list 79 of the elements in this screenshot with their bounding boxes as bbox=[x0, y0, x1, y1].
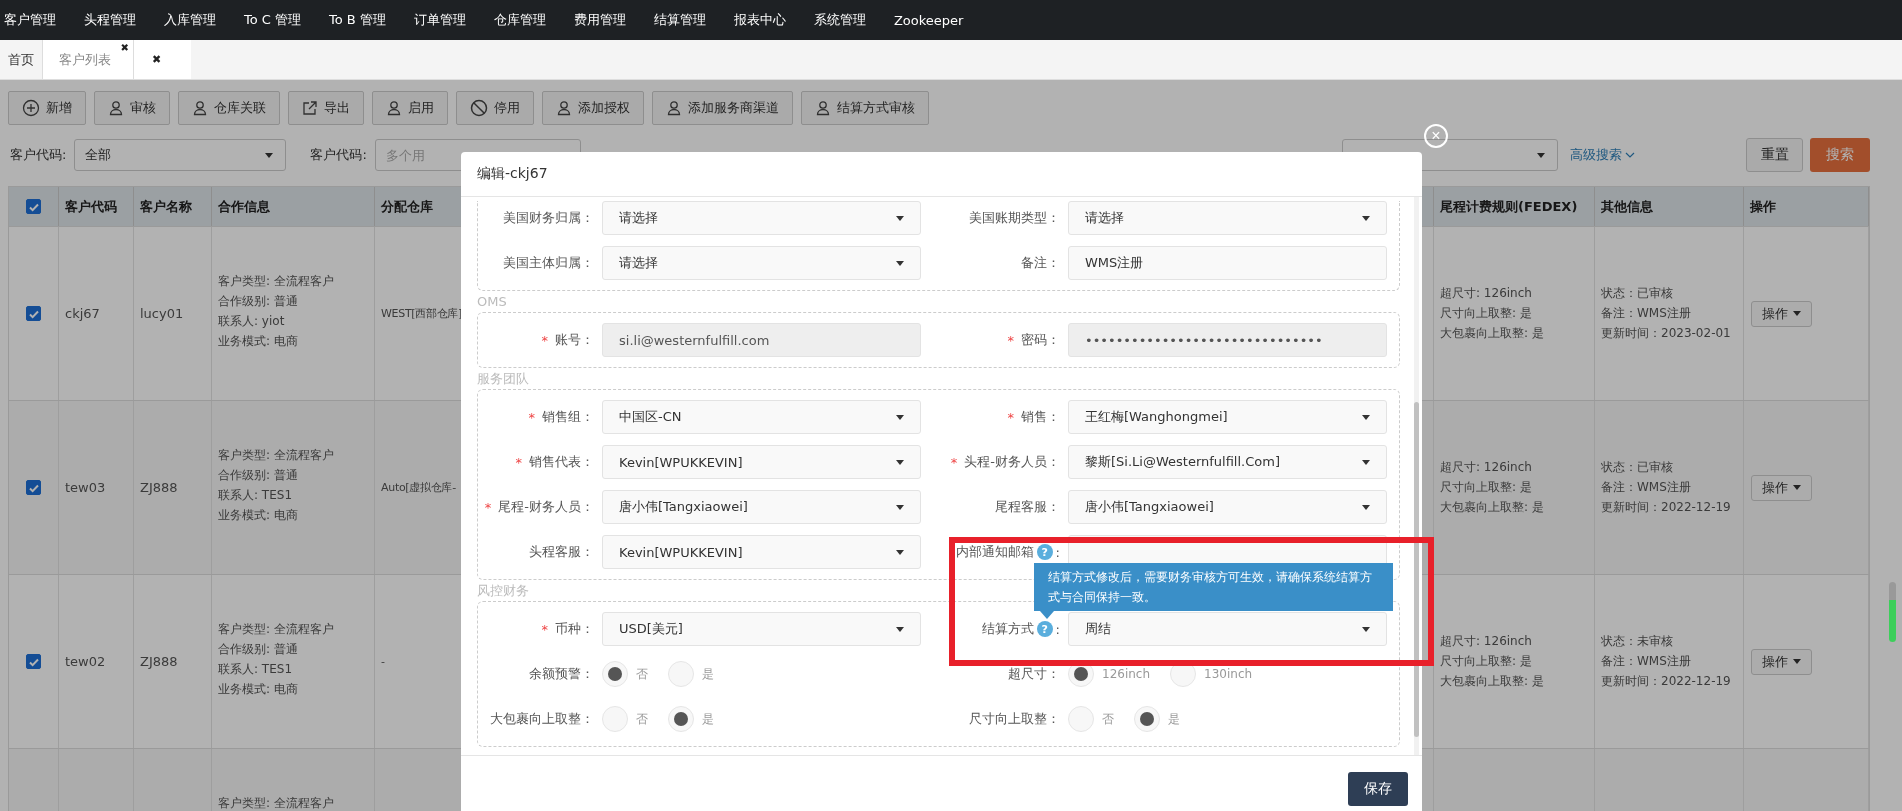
field-label: 美国账期类型： bbox=[968, 209, 1061, 227]
section-legend: 风控财务 bbox=[477, 581, 529, 600]
field-label: 美国主体归属： bbox=[502, 254, 595, 272]
table-cell: WEST[西部仓库] bbox=[381, 306, 463, 321]
field-label: 头程客服： bbox=[528, 543, 595, 561]
table-cell-line: 合作级别: 普通 bbox=[218, 293, 298, 310]
table-cell-line: 业务模式: 电商 bbox=[218, 681, 298, 698]
table-cell-line: 尺寸向上取整: 是 bbox=[1440, 479, 1532, 496]
table-cell-line: 大包裹向上取整: 是 bbox=[1440, 325, 1544, 342]
table-cell: - bbox=[381, 655, 385, 668]
radio-label: 否 bbox=[636, 665, 648, 683]
tooltip: 结算方式修改后，需要财务审核方可生效，请确保系统结算方式与合同保持一致。 bbox=[1034, 563, 1393, 611]
field-label: * 币种： bbox=[540, 620, 595, 639]
table-cell-line: 更新时间：2022-12-19 bbox=[1601, 673, 1731, 690]
filter-label: 客户代码: bbox=[9, 146, 67, 164]
table-cell-line: 联系人: TES1 bbox=[218, 661, 293, 678]
table-cell: Auto[虚拟仓库- bbox=[381, 480, 456, 495]
table-cell: ZJ888 bbox=[140, 480, 178, 495]
field-label: * 销售： bbox=[1006, 408, 1061, 427]
table-cell-line: 客户类型: 全流程客户 bbox=[218, 273, 334, 290]
table-cell-line: 状态：已审核 bbox=[1601, 285, 1673, 302]
table-cell-line: 客户类型: 全流程客户 bbox=[218, 795, 334, 811]
radio-label: 126inch bbox=[1102, 667, 1151, 681]
field-label: * 销售组： bbox=[527, 408, 595, 427]
column-header: 客户名称 bbox=[140, 197, 192, 216]
table-cell-line: 联系人: TES1 bbox=[218, 487, 293, 504]
section-legend: OMS bbox=[477, 294, 507, 309]
table-cell-line: 备注：WMS注册 bbox=[1601, 653, 1691, 670]
filter-label: 客户代码: bbox=[309, 146, 367, 164]
radio-label: 否 bbox=[636, 710, 648, 728]
field-label: 尾程客服： bbox=[994, 498, 1061, 516]
table-cell-line: 业务模式: 电商 bbox=[218, 507, 298, 524]
table-cell-line: 联系人: yiot bbox=[218, 313, 285, 330]
section-legend: 服务团队 bbox=[477, 369, 529, 388]
table-cell-line: 合作级别: 普通 bbox=[218, 641, 298, 658]
column-header: 操作 bbox=[1750, 197, 1776, 216]
table-cell-line: 备注：WMS注册 bbox=[1601, 479, 1691, 496]
field-label: 超尺寸： bbox=[1007, 665, 1061, 683]
table-cell: tew03 bbox=[65, 480, 106, 495]
table-cell: ZJ888 bbox=[140, 654, 178, 669]
field-label: * 头程-财务人员： bbox=[949, 453, 1061, 472]
field-label: * 账号： bbox=[540, 331, 595, 350]
field-label: * 尾程-财务人员： bbox=[483, 498, 595, 517]
field-label: * 密码： bbox=[1006, 331, 1061, 350]
table-cell: ckj67 bbox=[65, 306, 100, 321]
column-header: 分配仓库 bbox=[381, 197, 433, 216]
field-label: 美国财务归属： bbox=[502, 209, 595, 227]
radio-label: 是 bbox=[1168, 710, 1180, 728]
column-header: 尾程计费规则(FEDEX) bbox=[1440, 197, 1578, 216]
table-cell-line: 状态：未审核 bbox=[1601, 633, 1673, 650]
table-cell-line: 超尺寸: 126inch bbox=[1440, 633, 1532, 650]
radio-label: 130inch bbox=[1204, 667, 1253, 681]
table-cell-line: 大包裹向上取整: 是 bbox=[1440, 673, 1544, 690]
table-cell-line: 尺寸向上取整: 是 bbox=[1440, 653, 1532, 670]
table-cell-line: 业务模式: 电商 bbox=[218, 333, 298, 350]
table-cell-line: 客户类型: 全流程客户 bbox=[218, 447, 334, 464]
table-cell-line: 合作级别: 普通 bbox=[218, 467, 298, 484]
field-label: 尺寸向上取整： bbox=[968, 710, 1061, 728]
table-cell: tew02 bbox=[65, 654, 106, 669]
field-label: 余额预警： bbox=[528, 665, 595, 683]
table-cell-line: 状态：已审核 bbox=[1601, 459, 1673, 476]
table-cell-line: 超尺寸: 126inch bbox=[1440, 285, 1532, 302]
table-cell-line: 尺寸向上取整: 是 bbox=[1440, 305, 1532, 322]
table-cell-line: 更新时间：2022-12-19 bbox=[1601, 499, 1731, 516]
radio-label: 是 bbox=[702, 710, 714, 728]
field-label: 大包裹向上取整： bbox=[489, 710, 595, 728]
table-cell-line: 备注：WMS注册 bbox=[1601, 305, 1691, 322]
table-cell-line: 超尺寸: 126inch bbox=[1440, 459, 1532, 476]
field-label: * 销售代表： bbox=[514, 453, 595, 472]
table-cell: lucy01 bbox=[140, 306, 184, 321]
table-cell-line: 客户类型: 全流程客户 bbox=[218, 621, 334, 638]
column-header: 合作信息 bbox=[218, 197, 270, 216]
table-cell-line: 大包裹向上取整: 是 bbox=[1440, 499, 1544, 516]
column-header: 其他信息 bbox=[1601, 197, 1653, 216]
column-header: 客户代码 bbox=[65, 197, 117, 216]
radio-label: 是 bbox=[702, 665, 714, 683]
radio-label: 否 bbox=[1102, 710, 1114, 728]
table-cell-line: 更新时间：2023-02-01 bbox=[1601, 325, 1731, 342]
field-label: 备注： bbox=[1020, 254, 1061, 272]
